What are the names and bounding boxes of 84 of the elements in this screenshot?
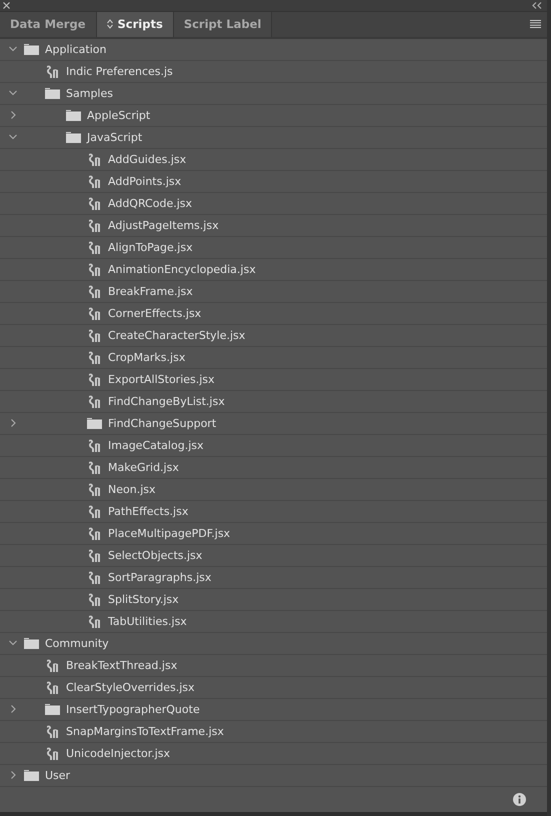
chevron-icon[interactable] <box>9 45 17 53</box>
tree-item-label[interactable]: MakeGrid.jsx <box>108 460 179 474</box>
chevron-icon[interactable] <box>9 771 17 779</box>
chevron-icon[interactable] <box>9 111 17 119</box>
script-icon <box>87 438 102 452</box>
tree-item-label[interactable]: CropMarks.jsx <box>108 350 186 364</box>
script-icon <box>87 174 102 188</box>
tree-item-label[interactable]: PlaceMultipagePDF.jsx <box>108 526 230 540</box>
tree-item-label[interactable]: AdjustPageItems.jsx <box>108 218 219 232</box>
tree-item-label[interactable]: AddGuides.jsx <box>108 152 186 166</box>
script-icon <box>45 64 60 78</box>
script-icon <box>87 592 102 606</box>
tree-item-label[interactable]: FindChangeSupport <box>108 416 216 430</box>
panel-tab[interactable]: Scripts <box>96 12 174 36</box>
folder-icon <box>66 110 81 120</box>
folder-icon <box>87 418 102 428</box>
chevron-icon[interactable] <box>9 419 17 427</box>
tree-item-label[interactable]: FindChangeByList.jsx <box>108 394 225 408</box>
tree-item-label[interactable]: TabUtilities.jsx <box>108 614 187 628</box>
tree-item-label[interactable]: Samples <box>66 86 113 100</box>
folder-icon <box>24 638 39 648</box>
script-icon <box>45 658 60 672</box>
tree-item-label[interactable]: Neon.jsx <box>108 482 156 496</box>
script-icon <box>87 306 102 320</box>
tree-item-label[interactable]: BreakFrame.jsx <box>108 284 193 298</box>
folder-icon <box>45 88 60 98</box>
sort-arrows-icon <box>106 19 113 30</box>
script-icon <box>87 196 102 210</box>
script-icon <box>87 284 102 298</box>
tree-item-label[interactable]: AnimationEncyclopedia.jsx <box>108 262 256 276</box>
tree-item-label[interactable]: ExportAllStories.jsx <box>108 372 215 386</box>
folder-icon <box>24 770 39 780</box>
tree-item-label[interactable]: AlignToPage.jsx <box>108 240 193 254</box>
tree-item-label[interactable]: ImageCatalog.jsx <box>108 438 204 452</box>
tree-item-label[interactable]: User <box>45 768 70 782</box>
folder-icon <box>45 704 60 714</box>
tree-item-label[interactable]: AddPoints.jsx <box>108 174 182 188</box>
script-icon <box>87 152 102 166</box>
chevron-icon[interactable] <box>9 89 17 97</box>
script-icon <box>87 372 102 386</box>
script-icon <box>87 240 102 254</box>
tree-item-label[interactable]: SplitStory.jsx <box>108 592 179 606</box>
tree-item-label[interactable]: SnapMarginsToTextFrame.jsx <box>66 724 224 738</box>
tree-item-label[interactable]: Application <box>45 42 106 56</box>
panel-tab[interactable]: Script Label <box>174 12 272 36</box>
tree-item-label[interactable]: SelectObjects.jsx <box>108 548 202 562</box>
tree-item-label[interactable]: JavaScript <box>87 130 142 144</box>
tree-item-label[interactable]: CornerEffects.jsx <box>108 306 202 320</box>
folder-icon <box>24 44 39 54</box>
tree-item-label[interactable]: SortParagraphs.jsx <box>108 570 212 584</box>
tree-item-label[interactable]: Indic Preferences.js <box>66 64 173 78</box>
chevron-icon[interactable] <box>9 639 17 647</box>
tree-item-label[interactable]: Community <box>45 636 109 650</box>
tree-item-label[interactable]: BreakTextThread.jsx <box>66 658 178 672</box>
panel-tab[interactable]: Data Merge <box>0 12 97 36</box>
close-icon[interactable] <box>3 2 10 9</box>
script-icon <box>87 328 102 342</box>
chevron-icon[interactable] <box>9 705 17 713</box>
tree-item-label[interactable]: PathEffects.jsx <box>108 504 188 518</box>
tree-item-label[interactable]: AddQRCode.jsx <box>108 196 192 210</box>
script-icon <box>87 504 102 518</box>
folder-icon <box>66 132 81 142</box>
script-icon <box>45 724 60 738</box>
collapse-icon[interactable] <box>532 2 542 9</box>
script-icon <box>87 526 102 540</box>
script-icon <box>87 482 102 496</box>
menu-icon[interactable] <box>530 20 541 28</box>
script-icon <box>87 460 102 474</box>
script-icon <box>87 394 102 408</box>
script-icon <box>87 262 102 276</box>
script-icon <box>87 350 102 364</box>
tree-item-label[interactable]: InsertTypographerQuote <box>66 702 200 716</box>
info-icon[interactable] <box>513 792 526 806</box>
script-icon <box>87 570 102 584</box>
script-icon <box>45 680 60 694</box>
script-icon <box>87 218 102 232</box>
script-icon <box>87 548 102 562</box>
tree-item-label[interactable]: AppleScript <box>87 108 150 122</box>
script-icon <box>87 614 102 628</box>
chevron-icon[interactable] <box>9 133 17 141</box>
tree-item-label[interactable]: CreateCharacterStyle.jsx <box>108 328 246 342</box>
tree-item-label[interactable]: ClearStyleOverrides.jsx <box>66 680 195 694</box>
tree-item-label[interactable]: UnicodeInjector.jsx <box>66 746 170 760</box>
script-icon <box>45 746 60 760</box>
